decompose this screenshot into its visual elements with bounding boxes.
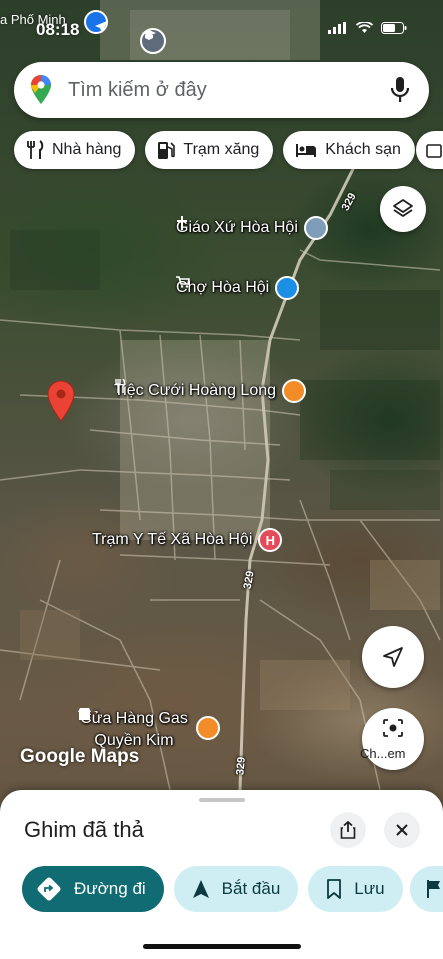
hospital-icon: H: [258, 528, 283, 552]
shopping-cart-icon: [176, 276, 300, 300]
share-button[interactable]: [330, 812, 366, 848]
location-arrow-icon: [94, 20, 108, 39]
status-time: 08:18: [36, 20, 80, 39]
home-indicator: [143, 944, 301, 949]
action-label: Lưu: [354, 879, 385, 898]
battery-icon: [381, 22, 407, 34]
place-marker-clinic[interactable]: Trạm Y Tế Xã Hòa Hội H: [92, 528, 283, 552]
church-icon: [177, 216, 328, 240]
wifi-icon: [356, 22, 373, 33]
search-input[interactable]: Tìm kiếm ở đây: [68, 79, 389, 102]
search-bar[interactable]: Tìm kiếm ở đây: [14, 62, 429, 118]
flag-icon: [427, 880, 440, 898]
bookmark-icon: [327, 879, 342, 899]
navigation-arrow-icon: [192, 880, 209, 898]
place-marker-market[interactable]: Chợ Hòa Hội: [176, 276, 300, 300]
chip-label: Nhà hàng: [52, 141, 122, 158]
sheet-grabber[interactable]: [199, 798, 245, 802]
chip-hotels[interactable]: Khách sạn: [283, 131, 415, 169]
sheet-title: Ghim đã thả: [24, 817, 144, 842]
status-icons: [328, 22, 407, 34]
signal-icon: [328, 22, 346, 34]
google-maps-logo-icon: [31, 75, 51, 104]
google-maps-attribution: Google Maps: [20, 746, 140, 767]
dropped-pin-sheet: Ghim đã thả Đường đi Bắt đầu Lưu: [0, 790, 443, 959]
directions-icon: [37, 877, 61, 901]
navigation-arrow-icon: [383, 647, 403, 667]
shopping-bag-icon: [426, 144, 442, 158]
place-label: Trạm Y Tế Xã Hòa Hội: [92, 531, 253, 548]
hotel-icon: [296, 144, 317, 157]
store-icon: [78, 708, 220, 740]
chip-restaurants[interactable]: Nhà hàng: [14, 131, 136, 169]
place-marker-wedding[interactable]: Tiệc Cưới Hoàng Long: [114, 379, 307, 403]
close-button[interactable]: [384, 812, 420, 848]
place-marker-church[interactable]: Giáo Xứ Hòa Hội: [176, 216, 328, 240]
directions-button[interactable]: Đường đi: [22, 866, 164, 912]
road-number-label: 329: [234, 756, 248, 776]
gas-station-icon: [158, 142, 176, 159]
layers-button[interactable]: [380, 186, 426, 232]
camera-lens-icon: [383, 719, 403, 737]
status-bar: a Phố Minh 08:18: [0, 0, 443, 44]
start-button[interactable]: Bắt đầu: [173, 866, 299, 912]
place-label: Tiệc Cưới Hoàng Long: [114, 382, 277, 399]
place-label: Giáo Xứ Hòa Hội: [176, 219, 298, 236]
chip-label: Trạm xăng: [183, 141, 260, 158]
microphone-icon[interactable]: [389, 76, 411, 104]
more-actions-button[interactable]: [410, 866, 443, 912]
action-label: Bắt đầu: [221, 879, 281, 898]
restaurant-icon: [115, 379, 307, 403]
close-icon: [396, 824, 408, 836]
share-icon: [340, 821, 356, 839]
restaurant-icon: [27, 140, 44, 159]
chip-label: Khách sạn: [325, 141, 401, 158]
lens-label: Ch...em: [360, 746, 406, 761]
sheet-actions: Đường đi Bắt đầu Lưu: [22, 866, 403, 912]
action-label: Đường đi: [74, 879, 146, 898]
save-button[interactable]: Lưu: [308, 866, 403, 912]
chip-gas-stations[interactable]: Trạm xăng: [145, 131, 274, 169]
layers-icon: [393, 199, 413, 217]
category-chips: Nhà hàng Trạm xăng Khách sạn: [14, 131, 415, 169]
my-location-button[interactable]: [362, 626, 424, 688]
